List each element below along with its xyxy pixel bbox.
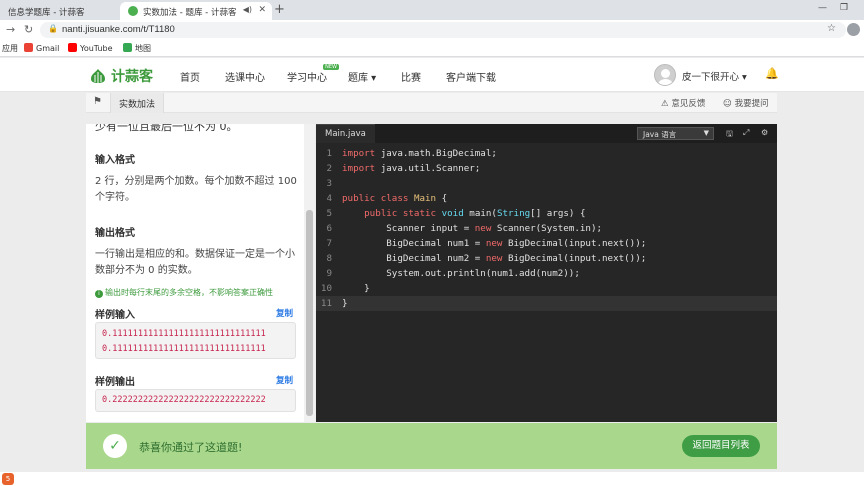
user-menu[interactable]: 皮一下很开心 ▾ bbox=[682, 69, 747, 83]
code-line: 7 BigDecimal num1 = new BigDecimal(input… bbox=[326, 238, 647, 249]
back-to-problem-list-button[interactable]: 返回题目列表 bbox=[682, 435, 760, 457]
bookmark-maps[interactable]: 地图 bbox=[123, 43, 151, 54]
problem-panel-scrollbar[interactable] bbox=[304, 124, 315, 422]
nav-problem-bank[interactable]: 题库 ▾ bbox=[348, 69, 376, 84]
ask-question-link[interactable]: ☺ 我要提问 bbox=[723, 97, 769, 109]
tab-problem[interactable]: 实数加法 bbox=[110, 93, 165, 113]
chevron-down-icon: ▼ bbox=[703, 129, 709, 137]
url-field[interactable]: 🔒 nanti.jisuanke.com/t/T1180 ☆ bbox=[40, 22, 846, 38]
nav-contest[interactable]: 比赛 bbox=[401, 69, 421, 84]
output-format-heading: 输出格式 bbox=[95, 228, 135, 239]
minimize-icon[interactable]: — bbox=[818, 3, 827, 13]
taskbar: 5 bbox=[0, 472, 864, 486]
copy-sample-output-button[interactable]: 复制 bbox=[276, 374, 293, 386]
new-badge: NEW bbox=[323, 64, 339, 70]
code-line: 1 import java.math.BigDecimal; bbox=[326, 148, 497, 159]
close-tab-icon[interactable]: ✕ bbox=[258, 5, 266, 15]
nav-course-center[interactable]: 选课中心 bbox=[225, 69, 265, 84]
code-line: 3 bbox=[326, 178, 332, 189]
check-circle-icon: ✓ bbox=[103, 434, 127, 458]
copy-sample-input-button[interactable]: 复制 bbox=[276, 307, 293, 319]
code-line: 4 public class Main { bbox=[326, 193, 448, 204]
speaker-icon[interactable]: ◀) bbox=[243, 5, 252, 14]
site-header: 计蒜客 首页 选课中心 学习中心 NEW 题库 ▾ 比赛 客户端下载 皮一下很开心… bbox=[0, 58, 864, 92]
save-icon[interactable]: 🖫 bbox=[726, 128, 733, 142]
nav-learning-center[interactable]: 学习中心 NEW bbox=[287, 64, 339, 84]
scrollbar-thumb[interactable] bbox=[306, 210, 313, 416]
new-tab-button[interactable]: + bbox=[274, 2, 285, 17]
bell-icon[interactable]: 🔔 bbox=[765, 67, 779, 80]
nav-client-download[interactable]: 客户端下载 bbox=[446, 69, 496, 84]
browser-tab-bar: 信息学题库 - 计蒜客 实数加法 - 题库 - 计蒜客 ◀) ✕ + — ❐ bbox=[0, 0, 864, 20]
nav-home[interactable]: 首页 bbox=[180, 69, 200, 84]
input-format-heading: 输入格式 bbox=[95, 155, 135, 166]
code-editor[interactable]: Main.java Java 语言 ▼ 🖫 ⤢ ⚙ 1 import java.ma… bbox=[316, 124, 777, 422]
problem-toolbar: ⚑ 实数加法 ⚠ 意见反馈 ☺ 我要提问 bbox=[86, 93, 777, 113]
code-line: 8 BigDecimal num2 = new BigDecimal(input… bbox=[326, 253, 647, 264]
code-line: 2 import java.util.Scanner; bbox=[326, 163, 481, 174]
tab-title: 实数加法 - 题库 - 计蒜客 bbox=[143, 8, 237, 18]
lock-icon: 🔒 bbox=[48, 24, 58, 33]
site-logo[interactable]: 计蒜客 bbox=[88, 66, 153, 86]
bookmark-youtube[interactable]: YouTube bbox=[68, 43, 113, 53]
language-select[interactable]: Java 语言 ▼ bbox=[637, 127, 714, 140]
problem-description-panel: 少有一位且最后一位不为 0。 输入格式 2 行，分别是两个加数。每个加数不超过 … bbox=[86, 124, 304, 422]
sample-output-box: 0.222222222222222222222222222222 bbox=[95, 389, 296, 412]
code-area[interactable]: 1 import java.math.BigDecimal; 2 import ja… bbox=[316, 146, 777, 311]
sample-output-heading: 样例输出 bbox=[95, 377, 135, 388]
maps-icon bbox=[123, 43, 132, 52]
fullscreen-icon[interactable]: ⤢ bbox=[743, 128, 749, 138]
code-line: 9 System.out.println(num1.add(num2)); bbox=[326, 268, 580, 279]
url-text: nanti.jisuanke.com/t/T1180 bbox=[62, 24, 175, 35]
output-format-text: 一行输出是相应的和。数据保证一定是一个小数部分不为 0 的实数。 bbox=[95, 249, 295, 276]
bookmarks-bar: 应用 Gmail YouTube 地图 bbox=[0, 40, 864, 57]
sample-output-line: 0.222222222222222222222222222222 bbox=[102, 395, 266, 405]
file-tab-main-java[interactable]: Main.java bbox=[316, 124, 375, 143]
avatar[interactable] bbox=[654, 64, 676, 86]
address-bar: → ↻ 🔒 nanti.jisuanke.com/t/T1180 ☆ bbox=[0, 20, 864, 40]
sample-input-heading: 样例输入 bbox=[95, 310, 135, 321]
flag-icon[interactable]: ⚑ bbox=[93, 96, 102, 107]
logo-text: 计蒜客 bbox=[111, 69, 153, 85]
info-icon: i bbox=[95, 290, 103, 298]
bookmark-apps[interactable]: 应用 bbox=[2, 43, 18, 54]
tab-title: 信息学题库 - 计蒜客 bbox=[8, 8, 85, 18]
success-banner: ✓ 恭喜你通过了这道题! 返回题目列表 bbox=[86, 423, 777, 469]
success-message: 恭喜你通过了这道题! bbox=[139, 441, 243, 454]
description-tail-text: 少有一位且最后一位不为 0。 bbox=[95, 124, 238, 133]
bookmark-gmail[interactable]: Gmail bbox=[24, 43, 59, 53]
code-line-current: 11} bbox=[316, 296, 777, 311]
editor-header: Main.java Java 语言 ▼ 🖫 ⤢ ⚙ bbox=[316, 124, 777, 143]
input-format-text: 2 行，分别是两个加数。每个加数不超过 100 个字符。 bbox=[95, 176, 297, 203]
account-avatar-icon[interactable] bbox=[847, 23, 860, 36]
sample-input-box: 0.111111111111111111111111111111 0.11111… bbox=[95, 322, 296, 359]
code-line: 10 } bbox=[320, 283, 370, 294]
browser-tab-current[interactable]: 实数加法 - 题库 - 计蒜客 ◀) ✕ bbox=[120, 2, 272, 20]
youtube-icon bbox=[68, 43, 77, 52]
sample-input-line: 0.111111111111111111111111111111 bbox=[102, 344, 266, 354]
taskbar-app-icon[interactable]: 5 bbox=[2, 473, 14, 485]
feedback-link[interactable]: ⚠ 意见反馈 bbox=[661, 97, 705, 109]
maximize-icon[interactable]: ❐ bbox=[840, 3, 848, 13]
site-favicon-icon bbox=[128, 6, 138, 16]
reload-icon[interactable]: ↻ bbox=[24, 23, 33, 36]
gmail-icon bbox=[24, 43, 33, 52]
code-line: 5 public static void main(String[] args)… bbox=[326, 208, 586, 219]
settings-gear-icon[interactable]: ⚙ bbox=[761, 128, 768, 137]
bookmark-star-icon[interactable]: ☆ bbox=[827, 23, 836, 34]
code-line: 6 Scanner input = new Scanner(System.in)… bbox=[326, 223, 603, 234]
browser-tab-problem-list[interactable]: 信息学题库 - 计蒜客 bbox=[0, 2, 118, 20]
forward-icon[interactable]: → bbox=[6, 23, 15, 36]
whitespace-tip: i 输出时每行末尾的多余空格，不影响答案正确性 bbox=[95, 287, 273, 298]
sample-input-line: 0.111111111111111111111111111111 bbox=[102, 329, 266, 339]
garlic-logo-icon bbox=[91, 69, 105, 83]
